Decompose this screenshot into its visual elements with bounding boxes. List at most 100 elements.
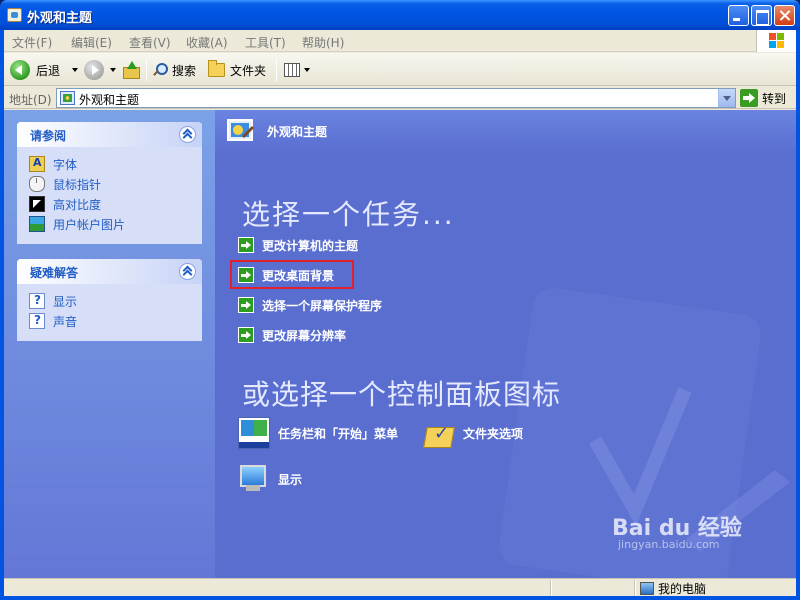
green-arrow-icon <box>238 327 254 343</box>
search-icon <box>152 62 168 78</box>
my-computer-icon <box>640 582 654 595</box>
task-change-resolution[interactable]: 更改屏幕分辨率 <box>238 325 346 345</box>
address-value: 外观和主题 <box>79 93 140 107</box>
back-dropdown-icon[interactable] <box>72 68 79 72</box>
menu-bar: 文件(F) 编辑(E) 查看(V) 收藏(A) 工具(T) 帮助(H) <box>4 30 796 52</box>
forward-dropdown-icon[interactable] <box>110 68 116 72</box>
windows-flag-icon <box>769 33 785 49</box>
windows-logo <box>756 30 796 52</box>
menu-file[interactable]: 文件(F) <box>12 34 52 51</box>
menu-edit[interactable]: 编辑(E) <box>71 34 112 51</box>
views-dropdown-icon <box>304 68 310 72</box>
help-icon <box>29 293 45 309</box>
views-icon <box>284 63 300 77</box>
address-dropdown-icon[interactable] <box>718 89 735 107</box>
help-icon <box>29 313 45 329</box>
status-bar: 我的电脑 <box>4 578 796 596</box>
address-input[interactable]: 外观和主题 <box>56 88 736 108</box>
task-pane: 请参阅 字体 鼠标指针 高 <box>4 110 215 596</box>
back-label: 后退 <box>36 63 61 78</box>
baidu-watermark-url: jingyan.baidu.com <box>618 538 720 551</box>
mouse-icon <box>29 176 45 192</box>
task-choose-screensaver[interactable]: 选择一个屏幕保护程序 <box>238 295 382 315</box>
search-button[interactable]: 搜索 <box>152 59 196 81</box>
sidebar-item-label: 声音 <box>53 314 78 329</box>
task-label: 更改屏幕分辨率 <box>262 328 347 343</box>
menu-view[interactable]: 查看(V) <box>129 34 171 51</box>
cp-icon-taskbar-start-menu[interactable]: 任务栏和「开始」菜单 <box>238 417 398 449</box>
folder-icon <box>208 60 225 77</box>
sidebar-item-label: 显示 <box>53 294 78 309</box>
sidebar-item-label: 字体 <box>53 157 78 172</box>
see-also-title: 请参阅 <box>30 129 67 143</box>
green-arrow-icon <box>238 297 254 313</box>
troubleshooters-body: 显示 声音 <box>17 284 202 341</box>
close-button[interactable] <box>774 5 795 26</box>
search-label: 搜索 <box>172 63 197 78</box>
folders-label: 文件夹 <box>230 63 267 78</box>
window-title: 外观和主题 <box>27 11 93 26</box>
cp-icon-label: 文件夹选项 <box>463 426 524 441</box>
forward-arrow-icon <box>84 60 104 80</box>
address-bar: 地址(D) 外观和主题 转到 <box>4 87 796 109</box>
forward-button[interactable] <box>84 59 116 81</box>
minimize-button[interactable] <box>728 5 749 26</box>
control-panel-icon <box>7 8 22 22</box>
main-header-title: 外观和主题 <box>267 125 328 139</box>
sidebar-item-sound-help[interactable]: 声音 <box>17 311 202 331</box>
views-button[interactable] <box>284 59 310 81</box>
collapse-chevron-icon[interactable] <box>179 126 196 143</box>
task-label: 更改计算机的主题 <box>262 238 359 253</box>
sidebar-item-label: 鼠标指针 <box>53 177 102 192</box>
troubleshooters-header[interactable]: 疑难解答 <box>17 259 202 284</box>
maximize-button[interactable] <box>751 5 772 26</box>
collapse-chevron-icon[interactable] <box>179 263 196 280</box>
highlight-box <box>230 260 354 289</box>
cp-icon-folder-options[interactable]: 文件夹选项 <box>423 417 523 449</box>
control-panel-heading: 或选择一个控制面板图标 <box>242 378 562 411</box>
troubleshooters-panel: 疑难解答 显示 声音 <box>17 259 202 341</box>
menu-help[interactable]: 帮助(H) <box>302 34 344 51</box>
status-pane <box>634 580 636 596</box>
font-folder-icon <box>29 156 45 172</box>
cp-icon-label: 任务栏和「开始」菜单 <box>278 426 399 441</box>
back-button[interactable]: 后退 <box>10 59 79 81</box>
sidebar-item-high-contrast[interactable]: 高对比度 <box>17 194 202 214</box>
folders-button[interactable]: 文件夹 <box>208 59 266 81</box>
green-arrow-icon <box>238 237 254 253</box>
address-label: 地址(D) <box>9 93 52 107</box>
cp-icon-display[interactable]: 显示 <box>238 463 302 495</box>
appearance-themes-icon <box>227 119 254 141</box>
see-also-body: 字体 鼠标指针 高对比度 用户帐户图片 <box>17 147 202 244</box>
user-picture-icon <box>29 216 45 232</box>
title-bar[interactable]: 外观和主题 <box>0 0 800 30</box>
main-header: 外观和主题 <box>215 110 796 154</box>
appearance-themes-icon <box>60 91 75 105</box>
go-arrow-icon <box>740 89 758 107</box>
sidebar-item-fonts[interactable]: 字体 <box>17 154 202 174</box>
toolbar-separator <box>146 59 147 81</box>
task-change-theme[interactable]: 更改计算机的主题 <box>238 235 358 255</box>
back-arrow-icon <box>10 60 30 80</box>
cp-icon-label: 显示 <box>278 472 303 487</box>
folder-up-icon <box>122 61 140 79</box>
taskbar-icon <box>238 417 270 449</box>
task-heading: 选择一个任务... <box>242 198 455 231</box>
sidebar-item-user-picture[interactable]: 用户帐户图片 <box>17 214 202 234</box>
contrast-icon <box>29 196 45 212</box>
status-location: 我的电脑 <box>640 580 706 597</box>
up-button[interactable] <box>122 59 140 81</box>
folder-options-icon <box>423 417 455 449</box>
display-icon <box>238 463 270 495</box>
menu-favorites[interactable]: 收藏(A) <box>186 34 228 51</box>
status-pane <box>550 580 552 596</box>
sidebar-item-display-help[interactable]: 显示 <box>17 291 202 311</box>
troubleshooters-title: 疑难解答 <box>30 266 79 280</box>
go-label: 转到 <box>762 91 787 106</box>
menu-tools[interactable]: 工具(T) <box>245 34 286 51</box>
sidebar-item-mouse-pointers[interactable]: 鼠标指针 <box>17 174 202 194</box>
see-also-panel: 请参阅 字体 鼠标指针 高 <box>17 122 202 244</box>
toolbar-separator <box>276 59 277 81</box>
go-button[interactable]: 转到 <box>740 88 786 108</box>
see-also-header[interactable]: 请参阅 <box>17 122 202 147</box>
